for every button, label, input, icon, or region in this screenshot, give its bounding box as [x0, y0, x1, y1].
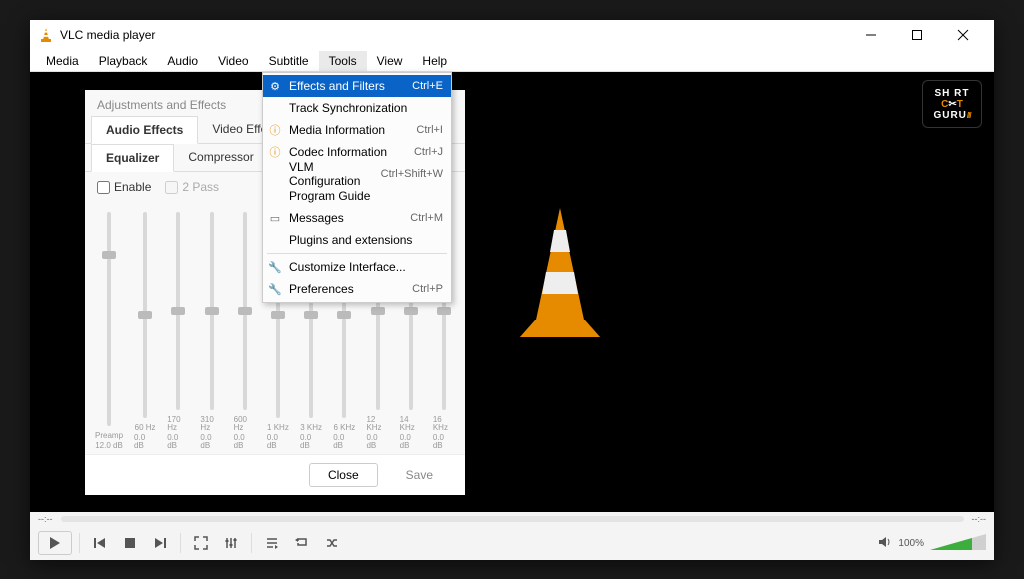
volume-control: 100% — [878, 534, 986, 552]
stop-button[interactable] — [117, 531, 143, 555]
close-button[interactable] — [940, 20, 986, 50]
next-button[interactable] — [147, 531, 173, 555]
preamp-slider[interactable]: Preamp 12.0 dB — [95, 208, 123, 450]
time-total: --:-- — [972, 514, 987, 524]
band-slider-310hz[interactable]: 310 Hz0.0 dB — [200, 208, 222, 450]
window-controls — [848, 20, 986, 50]
prev-button[interactable] — [87, 531, 113, 555]
save-panel-button[interactable]: Save — [388, 463, 451, 487]
menu-media-info[interactable]: ⓘMedia InformationCtrl+I — [263, 119, 451, 141]
video-area: SH RT C✂T GURU/// Adjustments and Effect… — [30, 72, 994, 512]
menu-view[interactable]: View — [367, 51, 413, 71]
enable-checkbox-label[interactable]: Enable — [97, 180, 151, 194]
menu-messages[interactable]: ▭MessagesCtrl+M — [263, 207, 451, 229]
minimize-button[interactable] — [848, 20, 894, 50]
watermark-line2: C✂T — [941, 99, 963, 110]
menu-effects-filters[interactable]: ⚙Effects and FiltersCtrl+E — [263, 75, 451, 97]
playlist-button[interactable] — [259, 531, 285, 555]
separator — [79, 533, 80, 553]
panel-footer: Close Save — [85, 454, 465, 495]
speaker-icon[interactable] — [878, 535, 892, 552]
tab-audio-effects[interactable]: Audio Effects — [91, 116, 198, 144]
menu-plugins[interactable]: Plugins and extensions — [263, 229, 451, 251]
menu-separator — [267, 253, 447, 254]
separator — [251, 533, 252, 553]
vlc-cone-icon — [38, 27, 54, 43]
two-pass-checkbox-label[interactable]: 2 Pass — [165, 180, 219, 194]
band-slider-60hz[interactable]: 60 Hz0.0 dB — [134, 208, 156, 450]
info-icon: ⓘ — [268, 144, 282, 160]
menu-media[interactable]: Media — [36, 51, 89, 71]
volume-slider[interactable] — [930, 534, 986, 552]
menu-subtitle[interactable]: Subtitle — [259, 51, 319, 71]
close-panel-button[interactable]: Close — [309, 463, 378, 487]
separator — [180, 533, 181, 553]
time-elapsed: --:-- — [38, 514, 53, 524]
window-title: VLC media player — [60, 28, 848, 42]
vlc-logo-icon — [500, 202, 620, 342]
tab-equalizer[interactable]: Equalizer — [91, 144, 174, 172]
tools-dropdown: ⚙Effects and FiltersCtrl+E Track Synchro… — [262, 72, 452, 303]
menubar: Media Playback Audio Video Subtitle Tool… — [30, 50, 994, 72]
menu-video[interactable]: Video — [208, 51, 258, 71]
titlebar: VLC media player — [30, 20, 994, 50]
seek-bar[interactable] — [61, 516, 964, 522]
seek-bar-row: --:-- --:-- — [30, 512, 994, 526]
tab-compressor[interactable]: Compressor — [174, 144, 267, 171]
maximize-button[interactable] — [894, 20, 940, 50]
extended-settings-button[interactable] — [218, 531, 244, 555]
playback-controls: 100% — [30, 526, 994, 560]
menu-customize-interface[interactable]: 🔧Customize Interface... — [263, 256, 451, 278]
volume-label: 100% — [898, 538, 924, 549]
watermark-logo: SH RT C✂T GURU/// — [922, 80, 982, 128]
shuffle-button[interactable] — [319, 531, 345, 555]
menu-preferences[interactable]: 🔧PreferencesCtrl+P — [263, 278, 451, 300]
watermark-line3: GURU/// — [933, 110, 970, 121]
watermark-line1: SH RT — [935, 88, 970, 99]
sliders-icon: ⚙ — [268, 80, 282, 93]
info-icon: ⓘ — [268, 122, 282, 138]
menu-program-guide[interactable]: Program Guide — [263, 185, 451, 207]
band-slider-600hz[interactable]: 600 Hz0.0 dB — [234, 208, 256, 450]
app-window: VLC media player Media Playback Audio Vi… — [30, 20, 994, 560]
menu-vlm-config[interactable]: VLM ConfigurationCtrl+Shift+W — [263, 163, 451, 185]
loop-button[interactable] — [289, 531, 315, 555]
two-pass-checkbox[interactable] — [165, 181, 178, 194]
wrench-icon: 🔧 — [268, 283, 282, 296]
band-slider-170hz[interactable]: 170 Hz0.0 dB — [167, 208, 189, 450]
menu-track-sync[interactable]: Track Synchronization — [263, 97, 451, 119]
menu-audio[interactable]: Audio — [157, 51, 208, 71]
wrench-icon: 🔧 — [268, 261, 282, 274]
menu-tools[interactable]: Tools — [319, 51, 367, 71]
enable-checkbox[interactable] — [97, 181, 110, 194]
speech-icon: ▭ — [268, 212, 282, 225]
menu-playback[interactable]: Playback — [89, 51, 158, 71]
menu-help[interactable]: Help — [412, 51, 457, 71]
play-button[interactable] — [38, 531, 72, 555]
fullscreen-button[interactable] — [188, 531, 214, 555]
